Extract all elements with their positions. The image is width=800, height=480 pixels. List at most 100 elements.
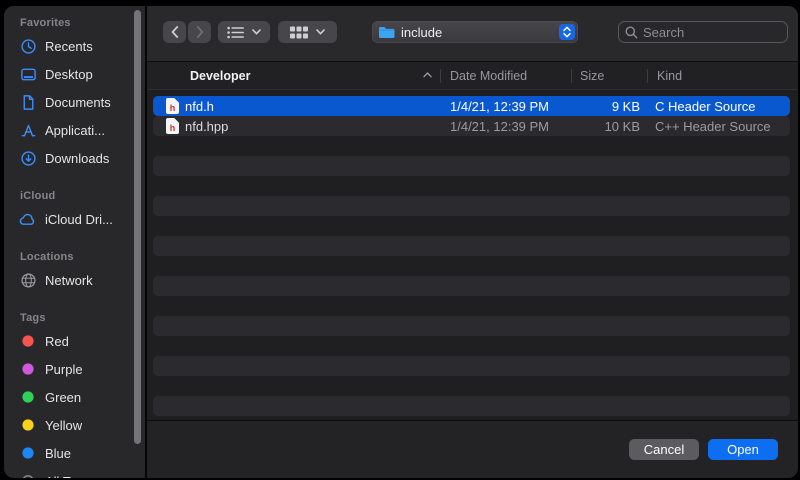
sidebar-item-recents[interactable]: Recents <box>4 32 145 60</box>
sidebar-item-label: Red <box>45 334 69 349</box>
empty-list-row <box>153 356 790 376</box>
clock-icon <box>18 37 38 55</box>
folder-icon <box>378 26 395 39</box>
file-kind: C++ Header Source <box>647 119 790 134</box>
tag-dot-icon <box>18 444 38 462</box>
column-header-name[interactable]: Developer <box>147 62 440 89</box>
sidebar-section-title: Favorites <box>4 14 145 32</box>
empty-list-row <box>153 316 790 336</box>
sidebar-section-title: Locations <box>4 248 145 266</box>
column-header-kind[interactable]: Kind <box>647 62 798 89</box>
chevron-right-icon <box>196 26 204 38</box>
sidebar-item-label: Recents <box>45 39 93 54</box>
empty-list-row <box>153 296 790 316</box>
sidebar-section-icloud: iCloud iCloud Dri... <box>4 187 145 233</box>
empty-list-row <box>153 136 790 156</box>
open-button[interactable]: Open <box>708 439 778 460</box>
empty-list-row <box>153 196 790 216</box>
sidebar-item-applicati[interactable]: Applicati... <box>4 116 145 144</box>
sidebar-item-label: Downloads <box>45 151 109 166</box>
sidebar-item-label: Documents <box>45 95 111 110</box>
sidebar-item-label: Yellow <box>45 418 82 433</box>
tag-dot-icon <box>18 388 38 406</box>
sidebar-item-label: Purple <box>45 362 83 377</box>
cloud-icon <box>18 210 38 228</box>
empty-list-row <box>153 376 790 396</box>
column-headers: Developer Date Modified Size Kind <box>147 62 798 90</box>
back-button[interactable] <box>163 21 186 43</box>
sidebar-item-network[interactable]: Network <box>4 266 145 294</box>
sidebar-item-documents[interactable]: Documents <box>4 88 145 116</box>
folder-location-popup[interactable]: include <box>372 21 578 43</box>
empty-list-row <box>153 216 790 236</box>
tag-dot-icon <box>18 416 38 434</box>
all-tags-icon <box>18 472 38 478</box>
file-row[interactable]: h nfd.hpp 1/4/21, 12:39 PM 10 KB C++ Hea… <box>153 116 790 136</box>
sidebar-item-downloads[interactable]: Downloads <box>4 144 145 172</box>
sidebar-sections: Favorites Recents Desktop Documents Applicat… <box>4 14 145 478</box>
file-date-modified: 1/4/21, 12:39 PM <box>440 99 571 114</box>
main-panel: include Developer Date Modified Size <box>147 6 798 478</box>
icon-view-icon <box>290 26 308 39</box>
header-file-icon: h <box>166 118 179 134</box>
empty-list-row <box>153 336 790 356</box>
list-view-icon <box>227 26 244 39</box>
sidebar-item-label: Network <box>45 273 93 288</box>
dialog-footer: Cancel Open <box>147 420 798 478</box>
sidebar-item-label: Desktop <box>45 67 93 82</box>
empty-list-row <box>153 276 790 296</box>
file-name: nfd.h <box>185 99 214 114</box>
sidebar-section-title: Tags <box>4 309 145 327</box>
empty-list-row <box>153 396 790 416</box>
chevron-down-icon <box>252 29 261 35</box>
appstore-icon <box>18 121 38 139</box>
sidebar-item-label: Applicati... <box>45 123 105 138</box>
tag-dot-icon <box>18 360 38 378</box>
sidebar-item-all-tags[interactable]: All Tags <box>4 467 145 478</box>
document-icon <box>18 93 38 111</box>
file-name: nfd.hpp <box>185 119 228 134</box>
cancel-button[interactable]: Cancel <box>629 439 699 460</box>
icon-view-button[interactable] <box>278 21 337 43</box>
file-kind: C Header Source <box>647 99 790 114</box>
sidebar: Favorites Recents Desktop Documents Applicat… <box>4 6 147 478</box>
file-row-selected[interactable]: h nfd.h 1/4/21, 12:39 PM 9 KB C Header S… <box>153 96 790 116</box>
file-size: 9 KB <box>571 99 647 114</box>
sidebar-item-yellow[interactable]: Yellow <box>4 411 145 439</box>
sidebar-item-label: Blue <box>45 446 71 461</box>
toolbar: include <box>147 6 798 62</box>
sidebar-item-label: All Tags <box>45 474 90 479</box>
sidebar-item-green[interactable]: Green <box>4 383 145 411</box>
sidebar-item-red[interactable]: Red <box>4 327 145 355</box>
sidebar-item-icloud-dri[interactable]: iCloud Dri... <box>4 205 145 233</box>
file-size: 10 KB <box>571 119 647 134</box>
current-folder-label: include <box>401 25 442 40</box>
forward-button[interactable] <box>188 21 211 43</box>
search-input[interactable] <box>643 25 781 40</box>
empty-list-row <box>153 156 790 176</box>
sidebar-item-label: Green <box>45 390 81 405</box>
open-dialog-window: Favorites Recents Desktop Documents Applicat… <box>4 6 798 478</box>
sidebar-section-title: iCloud <box>4 187 145 205</box>
sidebar-item-label: iCloud Dri... <box>45 212 113 227</box>
tag-dot-icon <box>18 332 38 350</box>
search-field[interactable] <box>618 21 788 43</box>
globe-icon <box>18 271 38 289</box>
empty-list-row <box>153 236 790 256</box>
empty-list-row <box>153 256 790 276</box>
sidebar-item-blue[interactable]: Blue <box>4 439 145 467</box>
file-list: h nfd.h 1/4/21, 12:39 PM 9 KB C Header S… <box>147 90 798 420</box>
header-file-icon: h <box>166 98 179 114</box>
sidebar-scrollbar[interactable] <box>134 10 141 444</box>
sidebar-item-desktop[interactable]: Desktop <box>4 60 145 88</box>
column-header-size[interactable]: Size <box>571 62 647 89</box>
sidebar-section-tags: Tags Red Purple Green Yellow Blue All Tags <box>4 309 145 478</box>
chevron-down-icon <box>316 29 325 35</box>
column-header-date-modified[interactable]: Date Modified <box>440 62 571 89</box>
chevron-left-icon <box>171 26 179 38</box>
search-icon <box>625 26 638 39</box>
popup-stepper-icon[interactable] <box>559 24 575 40</box>
sidebar-item-purple[interactable]: Purple <box>4 355 145 383</box>
list-view-button[interactable] <box>218 21 270 43</box>
empty-list-row <box>153 176 790 196</box>
